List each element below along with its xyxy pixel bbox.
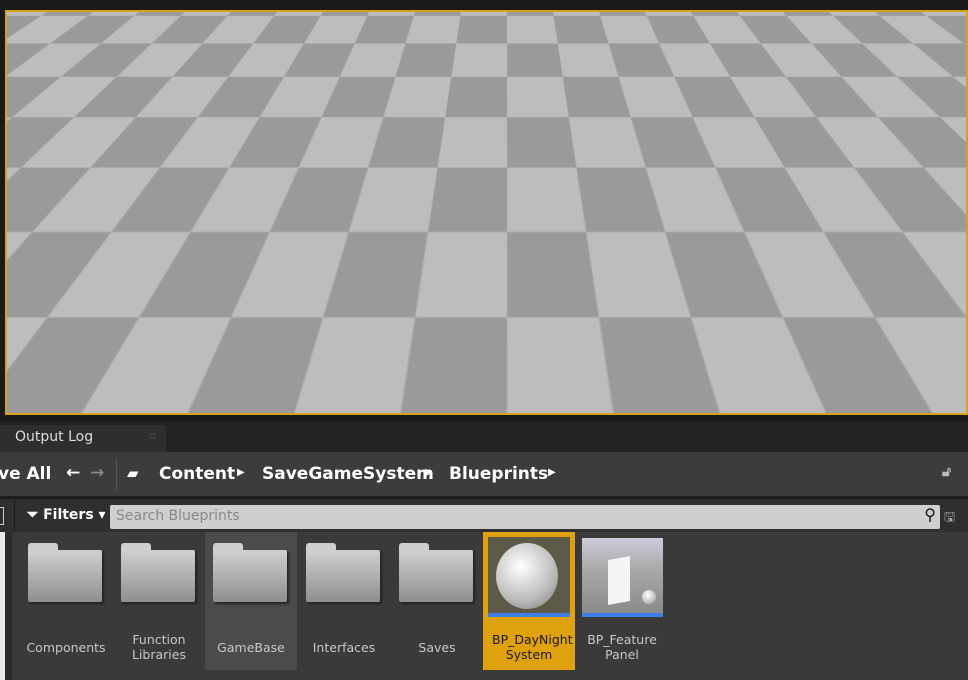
save-search-icon[interactable]: 🖫︎ bbox=[944, 508, 955, 530]
axis-indicator: Z X bbox=[30, 347, 80, 397]
filters-button[interactable]: ⏷ Filters ▾ bbox=[27, 507, 106, 523]
folder-icon: ▰ bbox=[127, 464, 139, 482]
angle-icon[interactable]: △ bbox=[699, 19, 729, 48]
asset-thumbnail bbox=[488, 537, 570, 617]
search-input[interactable]: Search Blueprints ⚲ bbox=[110, 505, 940, 529]
perspective-label: Perspective bbox=[78, 25, 171, 42]
divider bbox=[14, 499, 15, 535]
chevron-down-icon: ▾ bbox=[22, 25, 30, 42]
directional-light-icon[interactable] bbox=[311, 140, 360, 165]
surface-snap-icon[interactable]: ⋔ ▼ bbox=[595, 19, 625, 48]
forward-arrow-icon[interactable]: → bbox=[90, 463, 104, 483]
folder-icon bbox=[399, 543, 473, 602]
folder-icon bbox=[28, 543, 102, 602]
sources-panel bbox=[0, 532, 12, 680]
translate-icon[interactable]: ✥ bbox=[466, 19, 497, 48]
folder-icon bbox=[306, 543, 380, 602]
globe-icon: 🌐︎ bbox=[570, 25, 582, 42]
grid-snap-group[interactable]: ⋔ ▼ ▦ 10 ▼ bbox=[594, 18, 694, 49]
tab-output-log[interactable]: Output Log ▫ bbox=[0, 425, 166, 452]
rotation-snap-value[interactable]: 10° ▼ bbox=[728, 19, 775, 48]
sources-toggle-icon[interactable] bbox=[0, 507, 4, 525]
asset-thumbnail bbox=[582, 538, 663, 617]
axis-z-label: Z bbox=[47, 347, 55, 362]
folder-tile-gamebase[interactable]: GameBase bbox=[205, 532, 297, 670]
axis-x-label: X bbox=[71, 382, 80, 397]
viewport-options-button[interactable]: ▾ bbox=[12, 18, 40, 49]
scale-arrow-icon[interactable]: ↗ bbox=[785, 19, 815, 48]
lit-button[interactable]: Lit bbox=[171, 18, 231, 49]
folder-tile-function-libraries[interactable]: Function Libraries bbox=[113, 532, 205, 670]
video-camera-icon: 🎥︎ bbox=[882, 25, 900, 42]
scale-snap-group[interactable]: ↗ 0.25 ▼ bbox=[784, 18, 868, 49]
divider bbox=[116, 458, 117, 490]
breadcrumb-arrow-icon[interactable]: ▶ bbox=[548, 467, 556, 478]
asset-tile-bp-daynight-system[interactable]: BP_DayNight System bbox=[483, 532, 575, 670]
scale-icon[interactable]: ⤢ bbox=[527, 19, 557, 48]
search-icon[interactable]: ⚲ bbox=[924, 505, 936, 524]
sphere-icon bbox=[496, 543, 558, 609]
close-icon[interactable]: ▫ bbox=[149, 431, 156, 442]
breadcrumb-arrow-icon[interactable]: ▶ bbox=[425, 467, 433, 478]
folder-icon bbox=[213, 543, 287, 602]
cube-icon bbox=[180, 25, 196, 42]
scene: Z X bbox=[30, 140, 547, 397]
camera-speed-value: 4 bbox=[916, 25, 926, 42]
filter-icon: ⏷ bbox=[27, 507, 39, 523]
folder-icon bbox=[121, 543, 195, 602]
folder-tile-interfaces[interactable]: Interfaces bbox=[298, 532, 390, 670]
panel-icon bbox=[608, 556, 630, 605]
camera-speed-button[interactable]: 🎥︎ 4 bbox=[873, 18, 935, 49]
grid-icon[interactable]: ▦ bbox=[624, 19, 654, 48]
camera-icon bbox=[53, 28, 73, 39]
show-button[interactable]: Show bbox=[235, 18, 296, 49]
transform-mode-group[interactable]: ✥ ⟲ ⤢ bbox=[465, 18, 558, 49]
show-label: Show bbox=[244, 25, 287, 42]
folder-tile-saves[interactable]: Saves bbox=[391, 532, 483, 670]
rotate-icon[interactable]: ⟲ bbox=[496, 19, 526, 48]
rotation-snap-group[interactable]: △ 10° ▼ bbox=[698, 18, 776, 49]
grid-snap-value[interactable]: 10 ▼ bbox=[654, 19, 693, 48]
breadcrumb-blueprints[interactable]: Blueprints bbox=[449, 464, 548, 484]
save-all-button[interactable]: ve All bbox=[0, 464, 51, 484]
maximize-icon[interactable]: ❐ bbox=[945, 24, 958, 40]
lock-icon[interactable]: 🔓︎ bbox=[942, 464, 951, 480]
scale-snap-value[interactable]: 0.25 ▼ bbox=[814, 19, 867, 48]
world-local-button[interactable]: 🌐︎ bbox=[562, 18, 590, 49]
rock-mesh bbox=[323, 232, 547, 329]
breadcrumb-content[interactable]: Content bbox=[159, 464, 235, 484]
asset-tile-bp-feature-panel[interactable]: BP_Feature Panel bbox=[578, 532, 670, 670]
folder-tile-components[interactable]: Components bbox=[20, 532, 112, 670]
breadcrumb-savegamesystem[interactable]: SaveGameSystem bbox=[262, 464, 434, 484]
perspective-button[interactable]: Perspective bbox=[44, 18, 180, 49]
level-viewport[interactable]: Z X ▾ Perspective Lit Show ✥ ⟲ ⤢ 🌐︎ ⋔ ▼ ▦… bbox=[5, 10, 968, 415]
content-browser-toolbar: ve All ← → ▰ Content ▶ SaveGameSystem ▶ … bbox=[0, 452, 968, 496]
lit-label: Lit bbox=[201, 25, 222, 42]
back-arrow-icon[interactable]: ← bbox=[66, 463, 80, 483]
breadcrumb-arrow-icon[interactable]: ▶ bbox=[237, 467, 245, 478]
